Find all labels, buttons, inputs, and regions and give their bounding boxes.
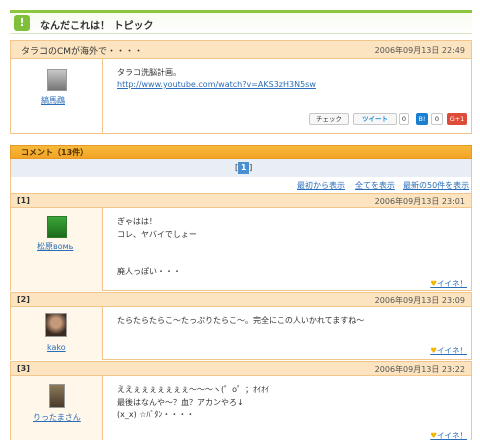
like-button[interactable]: ♥イイネ！ [430,430,467,440]
hatena-count: 0 [431,113,443,125]
heart-icon: ♥ [430,279,437,288]
comment-author: りったまさん [11,376,103,440]
comment-1: [1] 2006年09月13日 23:01 松原вомь ぎゃはは！ コレ、ヤバ… [10,193,472,291]
topic-title: タラコのCMが海外で・・・・ [21,47,144,57]
comment-3: [3] 2006年09月13日 23:22 りったまさん ええぇぇぇぇぇぇぇ〜〜… [10,361,472,440]
topic-date: 2006年09月13日 22:49 [374,46,465,55]
show-from-start-link[interactable]: 最初から表示 [297,180,345,191]
topic-line: タラコ洗脳計画。 [117,68,181,77]
topic-body: 縞馬鵡 タラコ洗脳計画。 http://www.youtube.com/watc… [11,59,471,133]
avatar[interactable] [47,69,67,91]
comment-date: 2006年09月13日 23:09 [374,296,465,305]
comment-number: [1] [17,196,30,205]
comments-count: コメント（13件） [21,148,89,157]
tweet-button[interactable]: ツイート [353,113,397,125]
topic-author: 縞馬鵡 [11,59,103,133]
youtube-link[interactable]: http://www.youtube.com/watch?v=AKS3zH3N5… [117,79,316,91]
exclamation-icon: ! [14,15,30,31]
topic-box: タラコのCMが海外で・・・・ 2006年09月13日 22:49 縞馬鵡 タラコ… [10,40,472,134]
author-link[interactable]: りったまさん [33,412,81,423]
page-1-button[interactable]: 1 [238,162,250,174]
comment-date: 2006年09月13日 23:22 [374,365,465,374]
topic-text: タラコ洗脳計画。 http://www.youtube.com/watch?v=… [117,67,316,91]
comment-number: [3] [17,364,30,373]
show-all-link[interactable]: 全てを表示 [355,180,395,191]
avatar[interactable] [49,384,65,408]
comment-text: ぎゃはは！ コレ、ヤバイでしょー 廃人っぽい・・・ [117,217,197,276]
show-latest-link[interactable]: 最新の50件を表示 [403,180,469,191]
author-link[interactable]: 松原вомь [37,241,73,252]
author-link[interactable]: kako [47,343,66,352]
heart-icon: ♥ [430,431,437,440]
heart-icon: ♥ [430,346,437,355]
author-link[interactable]: 縞馬鵡 [41,95,65,106]
hatena-bookmark-button[interactable]: B! [416,113,428,125]
tweet-count: 0 [399,113,409,125]
avatar[interactable] [45,313,67,337]
topic-header: タラコのCMが海外で・・・・ 2006年09月13日 22:49 [11,41,471,59]
page-title: なんだこれは！ トピック [40,21,154,32]
pager-bracket: ] [249,163,253,172]
like-button[interactable]: ♥イイネ！ [430,345,467,356]
pager: [1] [10,159,472,177]
page-header: ! なんだこれは！ トピック [10,10,472,34]
google-plus-button[interactable]: G+1 [447,113,467,125]
comment-author: kako [11,307,103,360]
comment-text: ええぇぇぇぇぇぇぇ〜〜〜ヽ(゜o゜；ｵｲｵｲ 最後はなんや〜？血？アカンやろ↓ … [117,385,270,419]
like-button[interactable]: ♥イイネ！ [430,278,467,289]
comment-text: たらたらたらこ〜たっぷりたらこ〜。完全にこの人いかれてますね〜 [117,316,365,325]
comment-date: 2006年09月13日 23:01 [374,197,465,206]
comments-header: コメント（13件） [10,145,472,159]
comment-author: 松原вомь [11,208,103,291]
comment-number: [2] [17,295,30,304]
comment-nav: 最初から表示 全てを表示 最新の50件を表示 [10,177,472,193]
avatar[interactable] [47,216,67,238]
comment-2: [2] 2006年09月13日 23:09 kako たらたらたらこ〜たっぷりた… [10,292,472,360]
check-button[interactable]: チェック [309,113,349,125]
